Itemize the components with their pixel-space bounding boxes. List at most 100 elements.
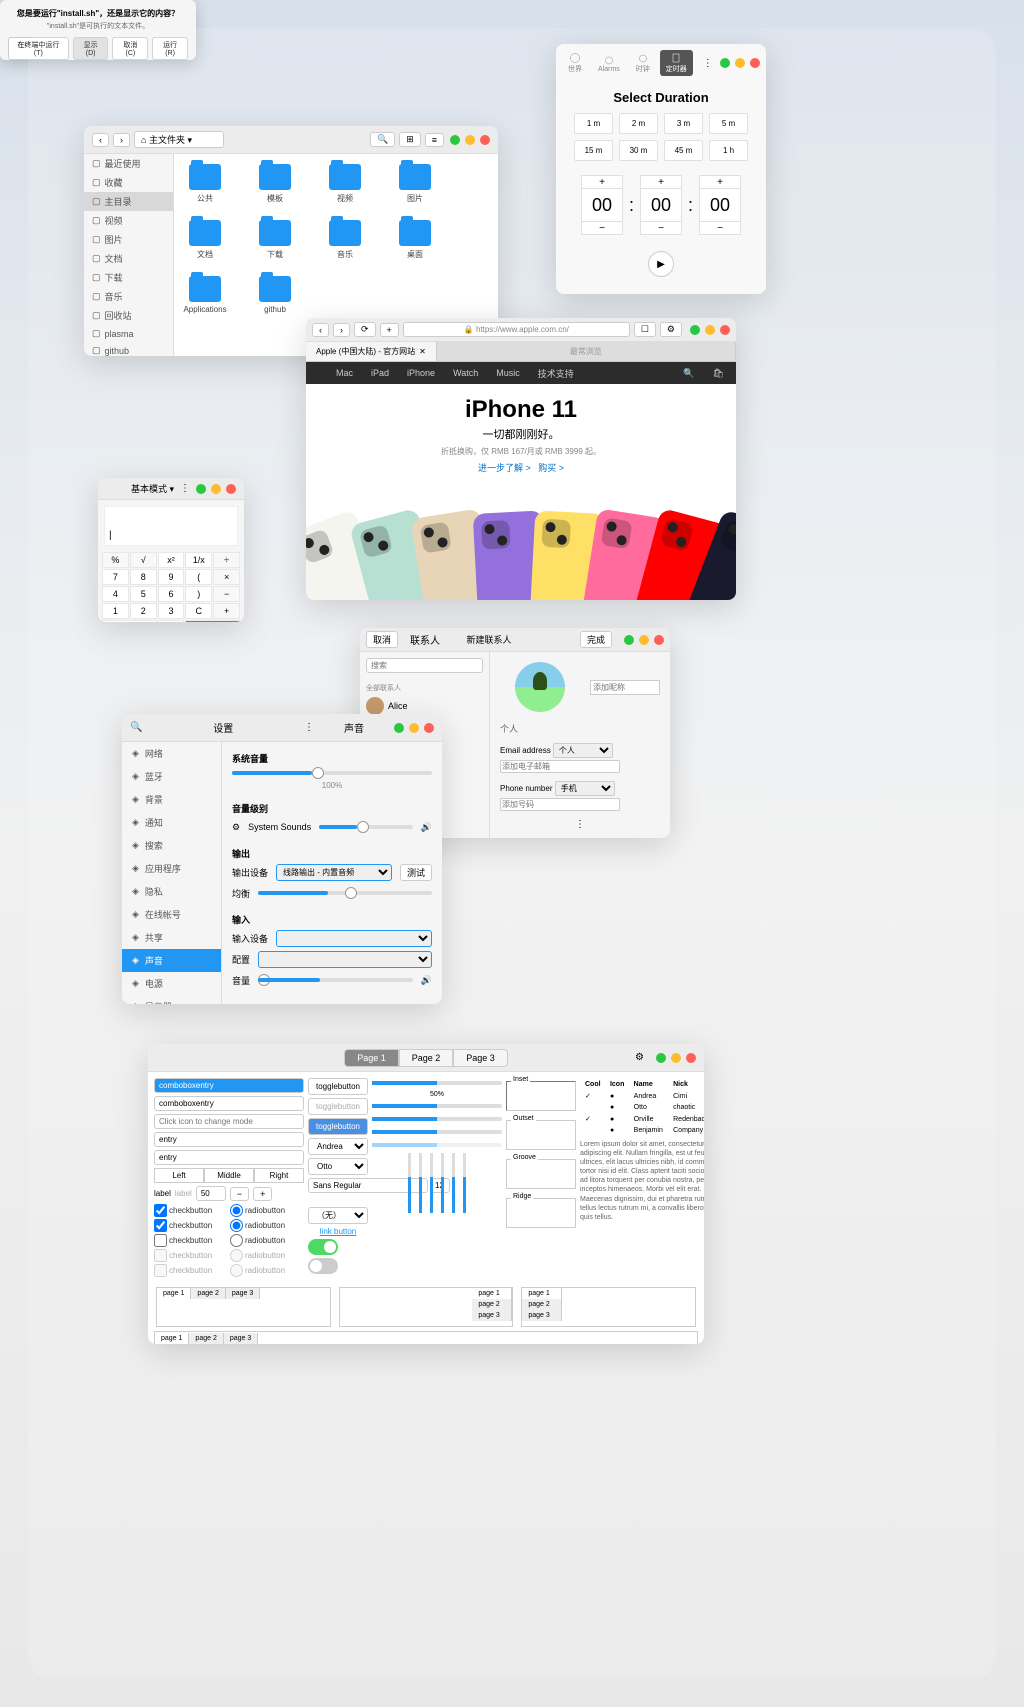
sidebar-item[interactable]: ▢ 收藏 xyxy=(84,173,173,192)
calc-key[interactable]: − xyxy=(213,586,240,602)
settings-item[interactable]: ◈ 显示器 xyxy=(122,995,221,1004)
wf-tab-2[interactable]: Page 2 xyxy=(399,1049,454,1067)
sidebar-item[interactable]: ▢ 音乐 xyxy=(84,287,173,306)
more-icon[interactable]: ⋮ xyxy=(500,819,660,830)
checkbutton[interactable]: checkbutton xyxy=(154,1234,228,1247)
table-row[interactable]: ✓●OrvilleRedenbac… xyxy=(582,1114,704,1124)
add-icon[interactable]: + xyxy=(380,323,399,337)
folder[interactable]: 视频 xyxy=(324,164,366,204)
calc-key[interactable]: 0 xyxy=(102,620,157,622)
timer-tab-stopwatch[interactable]: 时钟 xyxy=(630,50,656,76)
calc-mode[interactable]: 基本模式 ▾ xyxy=(106,482,174,495)
preset-5m[interactable]: 5 m xyxy=(709,113,748,134)
sidebar-item[interactable]: ▢ 回收站 xyxy=(84,306,173,325)
checkbutton[interactable]: checkbutton xyxy=(154,1204,228,1217)
search-icon[interactable]: 🔍 xyxy=(683,368,694,379)
avatar[interactable] xyxy=(515,662,565,712)
table-row[interactable]: ●Ottochaotic xyxy=(582,1103,704,1112)
preset-30m[interactable]: 30 m xyxy=(619,140,658,161)
cancel-button[interactable]: 取消 xyxy=(366,631,398,648)
settings-item[interactable]: ◈ 在线帐号 xyxy=(122,903,221,926)
sidebar-item[interactable]: ▢ 视频 xyxy=(84,211,173,230)
calc-key[interactable]: = xyxy=(185,620,240,622)
buy-link[interactable]: 购买 > xyxy=(538,463,564,473)
preset-3m[interactable]: 3 m xyxy=(664,113,703,134)
nav-iphone[interactable]: iPhone xyxy=(407,368,435,378)
traffic-min[interactable] xyxy=(720,58,730,68)
preset-1h[interactable]: 1 h xyxy=(709,140,748,161)
spin-down[interactable]: − xyxy=(230,1187,249,1201)
input-device[interactable] xyxy=(276,930,432,947)
calc-key[interactable]: 5 xyxy=(130,586,157,602)
calc-key[interactable]: ÷ xyxy=(213,552,240,568)
settings-item[interactable]: ◈ 蓝牙 xyxy=(122,765,221,788)
nav-watch[interactable]: Watch xyxy=(453,368,478,378)
calc-key[interactable]: x² xyxy=(158,552,185,568)
folder[interactable]: 音乐 xyxy=(324,220,366,260)
settings-icon[interactable]: ⚙ xyxy=(660,322,682,337)
input-config[interactable] xyxy=(258,951,432,968)
menu-icon[interactable]: ⋮ xyxy=(703,58,713,69)
calc-key[interactable]: × xyxy=(213,569,240,585)
search-icon[interactable]: 🔍 xyxy=(130,722,142,733)
email-type[interactable]: 个人 xyxy=(553,743,613,758)
calc-key[interactable]: √ xyxy=(130,552,157,568)
calc-key[interactable]: 2 xyxy=(130,603,157,619)
calc-key[interactable]: C xyxy=(185,603,212,619)
input-vol-slider[interactable] xyxy=(258,978,413,982)
calc-key[interactable]: 4 xyxy=(102,586,129,602)
bag-icon[interactable]: 🛍 xyxy=(713,368,724,379)
menu-icon[interactable]: ⋮ xyxy=(304,722,314,733)
entry-1[interactable] xyxy=(154,1132,304,1147)
calc-key[interactable]: 8 xyxy=(130,569,157,585)
settings-item[interactable]: ◈ 声音 xyxy=(122,949,221,972)
link-button[interactable]: link button xyxy=(308,1227,368,1236)
mm-up[interactable]: + xyxy=(640,175,682,189)
notebook-top[interactable]: page 1page 2page 3 xyxy=(156,1287,331,1327)
sidebar-item[interactable]: ▢ 最近使用 xyxy=(84,154,173,173)
toggle-3[interactable]: togglebutton xyxy=(308,1118,368,1135)
menu-icon[interactable]: ⋮ xyxy=(180,483,190,494)
bookmark-icon[interactable]: ☐ xyxy=(634,322,656,337)
nav-fwd[interactable]: › xyxy=(113,133,130,147)
folder[interactable]: 文档 xyxy=(184,220,226,260)
vertical-scales[interactable] xyxy=(372,1153,502,1213)
traffic-max[interactable] xyxy=(735,58,745,68)
sys-vol-slider[interactable] xyxy=(232,771,432,775)
timer-tab-alarms[interactable]: Alarms xyxy=(592,52,626,75)
segmented[interactable]: LeftMiddleRight xyxy=(154,1168,304,1183)
folder[interactable]: 桌面 xyxy=(394,220,436,260)
nav-ipad[interactable]: iPad xyxy=(371,368,389,378)
sidebar-item[interactable]: ▢ plasma xyxy=(84,325,173,342)
sidebar-item[interactable]: ▢ 下载 xyxy=(84,268,173,287)
spin-up[interactable]: + xyxy=(253,1187,272,1201)
radiobutton[interactable]: radiobutton xyxy=(230,1204,304,1217)
balance-slider[interactable] xyxy=(258,891,432,895)
calc-key[interactable]: ) xyxy=(185,586,212,602)
sidebar-item[interactable]: ▢ 图片 xyxy=(84,230,173,249)
calc-key[interactable]: 1 xyxy=(102,603,129,619)
calc-key[interactable]: 3 xyxy=(158,603,185,619)
contact-item[interactable]: Alice xyxy=(366,697,483,715)
phone-input[interactable] xyxy=(500,798,620,811)
folder[interactable]: 图片 xyxy=(394,164,436,204)
path-button[interactable]: ⌂ 主文件夹 ▾ xyxy=(134,131,224,148)
settings-item[interactable]: ◈ 搜索 xyxy=(122,834,221,857)
calc-key[interactable]: 9 xyxy=(158,569,185,585)
nav-fwd[interactable]: › xyxy=(333,323,350,337)
scale-3[interactable] xyxy=(372,1130,502,1134)
currency[interactable]: （无） xyxy=(308,1207,368,1224)
nav-support[interactable]: 技术支持 xyxy=(538,367,574,380)
preset-15m[interactable]: 15 m xyxy=(574,140,613,161)
combo[interactable] xyxy=(154,1096,304,1111)
sidebar-item[interactable]: ▢ github xyxy=(84,342,173,356)
nickname-input[interactable] xyxy=(590,680,660,695)
spin-input[interactable] xyxy=(196,1186,226,1201)
timer-tab-timer[interactable]: 定时器 xyxy=(660,50,693,76)
email-input[interactable] xyxy=(500,760,620,773)
calc-key[interactable]: ( xyxy=(185,569,212,585)
phone-type[interactable]: 手机 xyxy=(555,781,615,796)
test-button[interactable]: 测试 xyxy=(400,864,432,881)
folder[interactable]: github xyxy=(254,276,296,314)
toggle-1[interactable]: togglebutton xyxy=(308,1078,368,1095)
